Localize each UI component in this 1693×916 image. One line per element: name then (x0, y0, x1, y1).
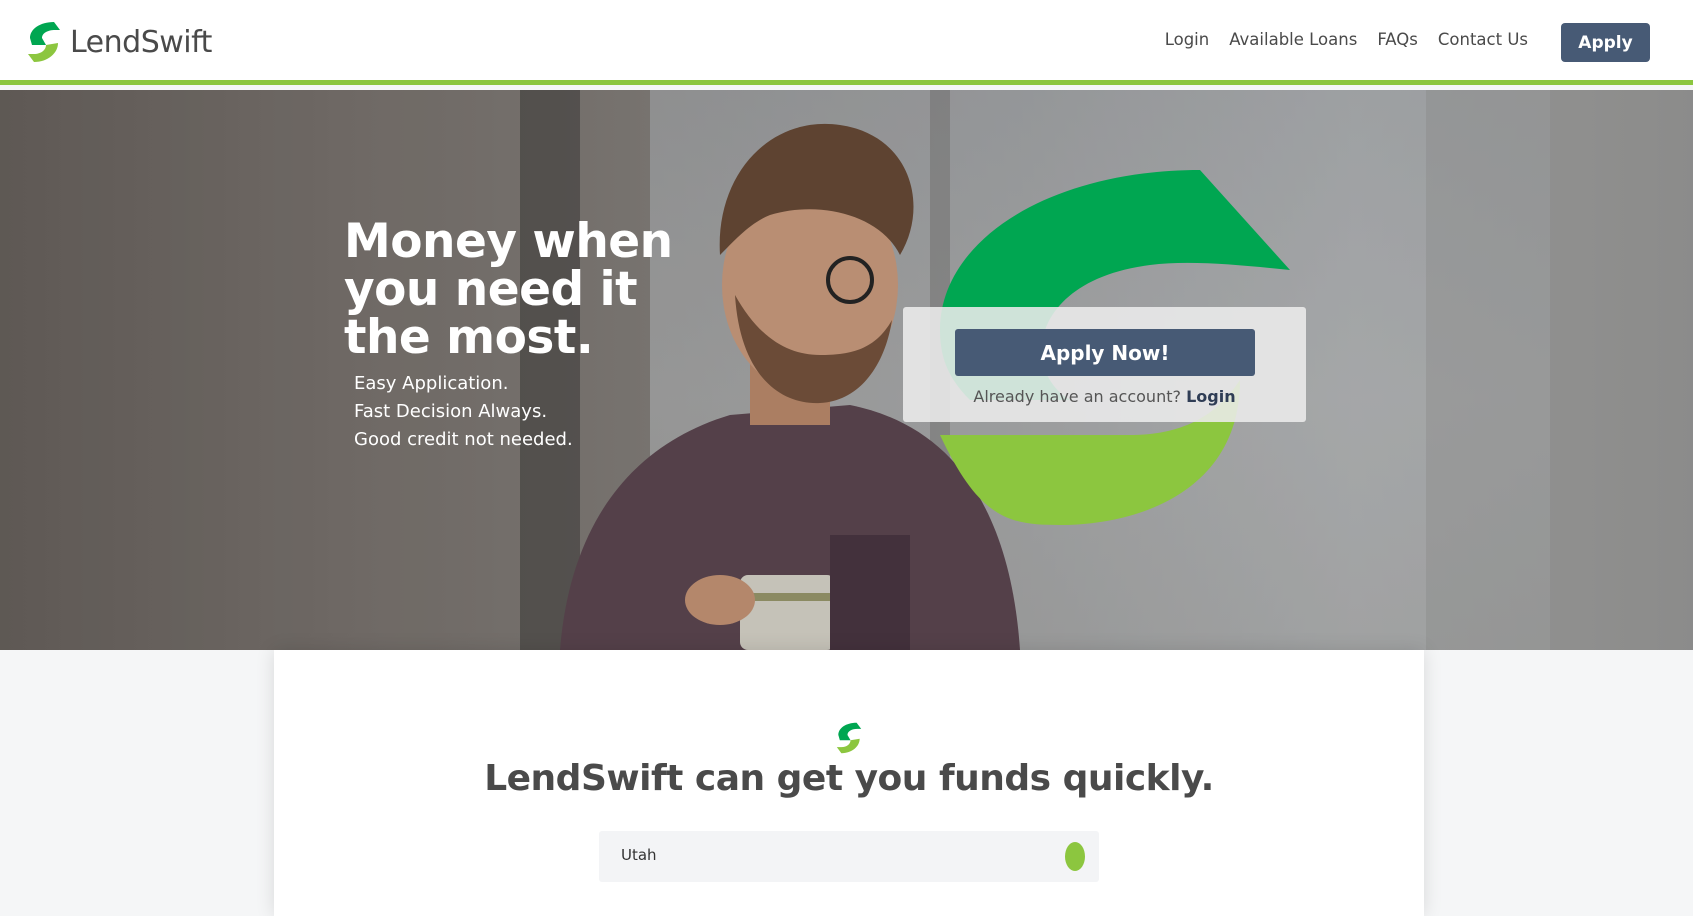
state-select-value: Utah (621, 846, 657, 864)
nav-faqs[interactable]: FAQs (1377, 30, 1418, 49)
state-select[interactable]: Utah (599, 831, 1099, 882)
lendswift-logo[interactable]: LendSwift (24, 20, 212, 64)
hero-bullet-easy: Easy Application. (354, 373, 509, 394)
hero-bullet-fast: Fast Decision Always. (354, 401, 548, 422)
nav-contact-us[interactable]: Contact Us (1438, 30, 1528, 49)
apply-now-button[interactable]: Apply Now! (955, 329, 1255, 376)
hero-bullets: Easy Application. Fast Decision Always. … (354, 370, 573, 454)
hero-section: Money when you need it the most. Easy Ap… (0, 90, 1693, 650)
green-dot-icon (1065, 842, 1085, 871)
funds-card: LendSwift can get you funds quickly. Uta… (274, 650, 1424, 916)
nav-login[interactable]: Login (1165, 30, 1210, 49)
card-login-link[interactable]: Login (1186, 387, 1236, 406)
logo-text: LendSwift (70, 24, 212, 60)
nav-available-loans[interactable]: Available Loans (1229, 30, 1357, 49)
main-nav: Login Available Loans FAQs Contact Us (1165, 30, 1528, 49)
hero-bullet-credit: Good credit not needed. (354, 429, 573, 450)
hero-overlay (0, 90, 1693, 650)
apply-card: Apply Now! Already have an account? Logi… (903, 307, 1306, 422)
funds-title: LendSwift can get you funds quickly. (484, 758, 1214, 799)
header-apply-button[interactable]: Apply (1561, 23, 1650, 62)
account-login-prompt: Already have an account? Login (903, 387, 1306, 406)
small-s-logo-icon (836, 722, 862, 754)
hero-title: Money when you need it the most. (344, 214, 673, 365)
site-header: LendSwift Login Available Loans FAQs Con… (0, 0, 1693, 85)
account-prompt-text: Already have an account? (973, 387, 1181, 406)
lendswift-s-logo-icon (28, 22, 60, 62)
